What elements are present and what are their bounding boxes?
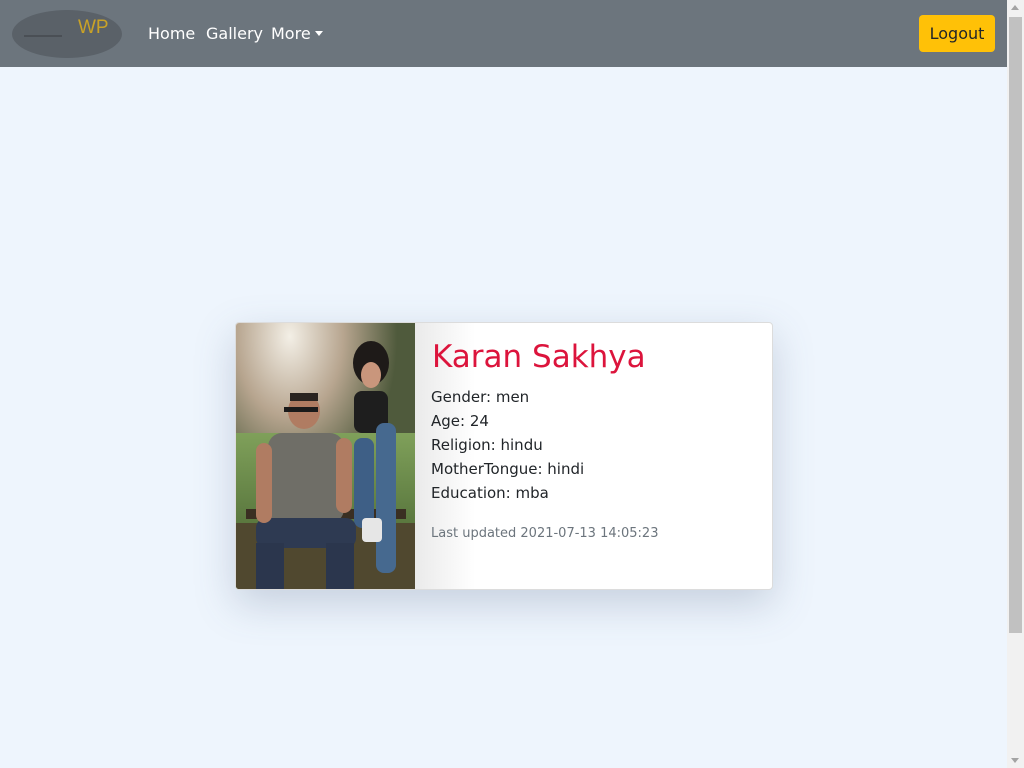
profile-card: Karan Sakhya Gender: men Age: 24 Religio… (235, 322, 773, 590)
nav-home-link[interactable]: Home (148, 24, 195, 44)
last-updated-text: Last updated 2021-07-13 14:05:23 (431, 526, 659, 541)
scrollbar-thumb[interactable] (1009, 17, 1022, 633)
scroll-down-arrow-icon[interactable] (1011, 758, 1019, 763)
scroll-up-arrow-icon[interactable] (1011, 5, 1019, 10)
caret-down-icon (314, 31, 323, 36)
profile-photo (236, 323, 415, 589)
mother-tongue-field: MotherTongue: hindi (431, 460, 585, 478)
profile-name: Karan Sakhya (432, 339, 646, 375)
nav-more-dropdown[interactable]: More (271, 24, 323, 44)
nav-more-label: More (271, 24, 311, 43)
nav-gallery-link[interactable]: Gallery (206, 24, 263, 44)
religion-field: Religion: hindu (431, 436, 543, 454)
gender-field: Gender: men (431, 388, 530, 406)
logout-button[interactable]: Logout (919, 15, 995, 52)
age-field: Age: 24 (431, 412, 489, 430)
navbar: WP Home Gallery More Logout (0, 0, 1007, 67)
education-field: Education: mba (431, 484, 549, 502)
vertical-scrollbar[interactable] (1007, 0, 1024, 768)
logo-text: WP (78, 17, 109, 38)
